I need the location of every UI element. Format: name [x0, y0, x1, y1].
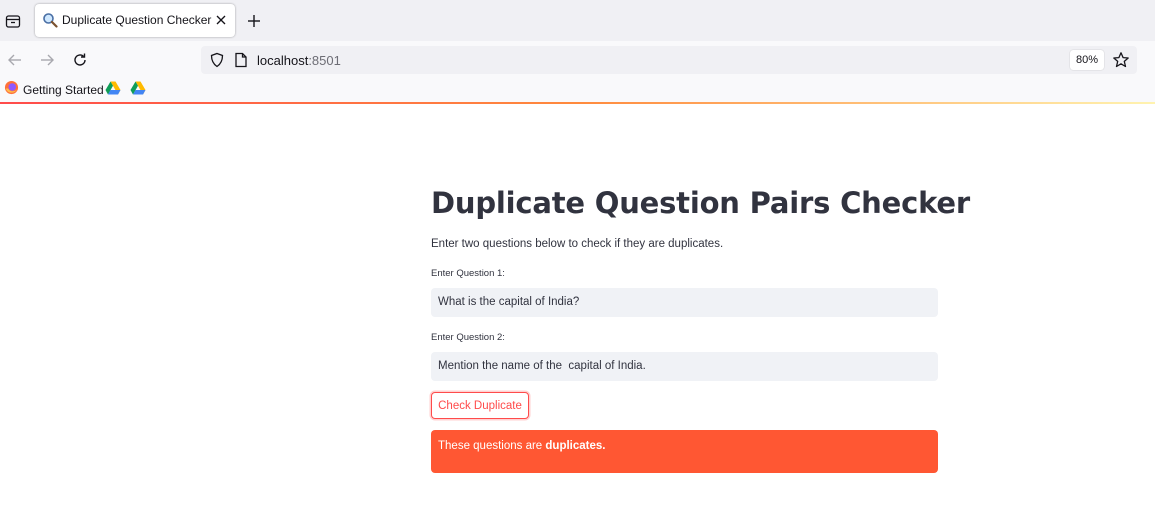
page-title: Duplicate Question Pairs Checker — [431, 186, 970, 220]
page-description: Enter two questions below to check if th… — [431, 238, 724, 250]
result-suffix: . — [602, 440, 606, 452]
magnifier-icon — [42, 12, 58, 28]
bookmark-getting-started[interactable]: Getting Started — [4, 80, 104, 100]
page-info-icon[interactable] — [234, 52, 248, 68]
address-bar[interactable]: localhost:8501 80% — [201, 46, 1137, 74]
result-emphasis: duplicates — [545, 440, 603, 452]
result-text: These questions are — [438, 440, 546, 452]
bookmark-google-drive-2[interactable] — [130, 81, 146, 99]
reload-icon[interactable] — [69, 49, 91, 71]
question-2-label: Enter Question 2: — [431, 332, 505, 343]
url-port: :8501 — [308, 53, 341, 68]
zoom-level-button[interactable]: 80% — [1070, 50, 1105, 70]
back-arrow-icon[interactable] — [4, 49, 26, 71]
google-drive-icon — [105, 81, 121, 100]
check-duplicate-button[interactable]: Check Duplicate — [431, 392, 529, 419]
tab-list-icon[interactable] — [2, 10, 24, 32]
question-2-input[interactable]: Mention the name of the capital of India… — [431, 352, 938, 381]
bookmark-label: Getting Started — [23, 83, 104, 97]
bookmark-google-drive-1[interactable] — [105, 81, 121, 99]
browser-tab[interactable]: Duplicate Question Checker — [35, 4, 235, 37]
close-tab-icon[interactable] — [211, 10, 231, 30]
shield-icon[interactable] — [209, 52, 225, 68]
bookmark-star-icon[interactable] — [1111, 50, 1131, 70]
forward-arrow-icon[interactable] — [36, 49, 58, 71]
result-alert: These questions are duplicates. — [431, 430, 938, 473]
app-decoration-bar — [0, 102, 1155, 104]
bookmarks-toolbar: Getting Started — [0, 78, 1155, 102]
new-tab-icon[interactable] — [243, 10, 265, 32]
question-1-input[interactable]: What is the capital of India? — [431, 288, 938, 317]
question-1-label: Enter Question 1: — [431, 268, 505, 279]
google-drive-icon — [130, 81, 146, 100]
firefox-icon — [4, 80, 19, 100]
tab-strip: Duplicate Question Checker — [0, 0, 1155, 41]
navigation-toolbar: localhost:8501 80% — [0, 41, 1155, 78]
url-text[interactable]: localhost:8501 — [257, 53, 341, 68]
tab-title: Duplicate Question Checker — [62, 13, 212, 27]
url-host: localhost — [257, 53, 309, 68]
